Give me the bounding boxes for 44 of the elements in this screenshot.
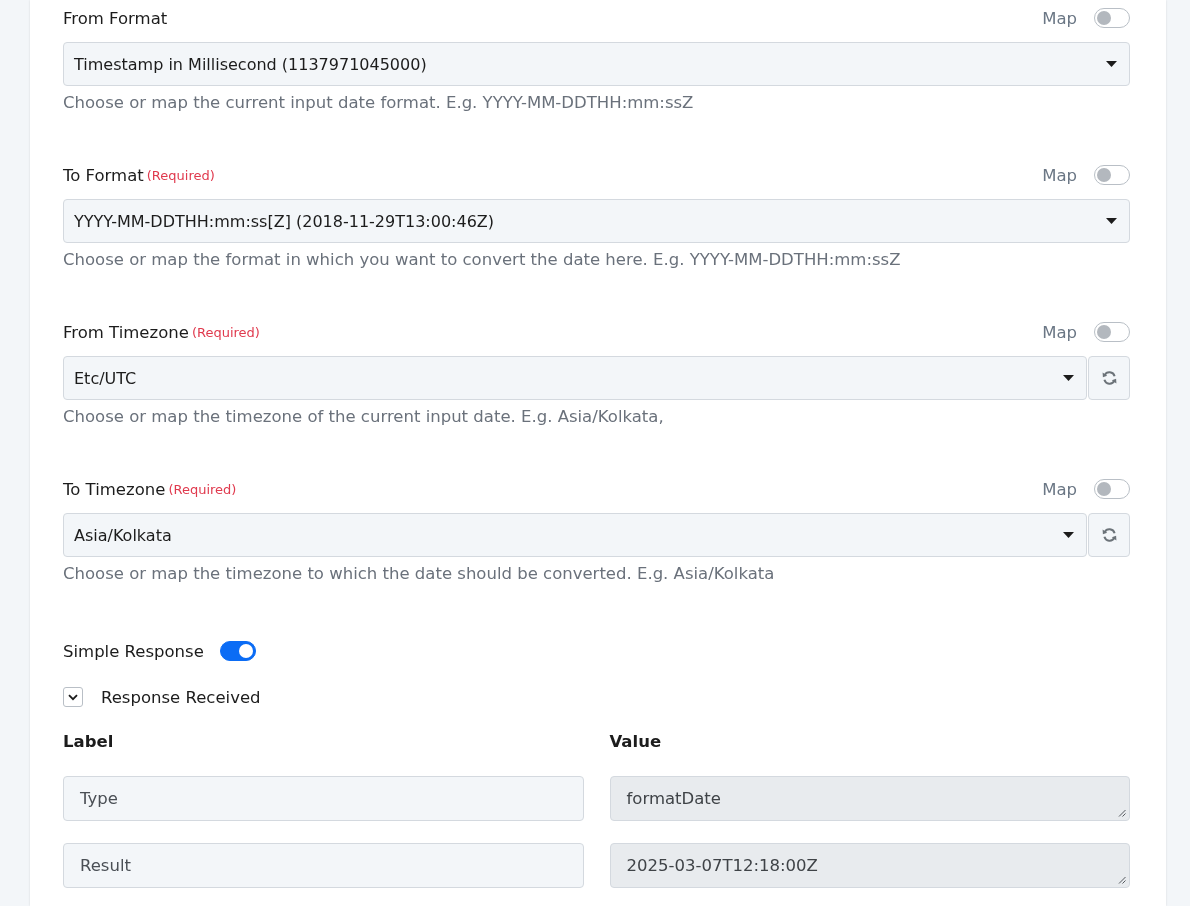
map-label: Map bbox=[1042, 165, 1077, 185]
caret-down-icon bbox=[1063, 532, 1074, 538]
field-label: From Timezone bbox=[63, 322, 189, 342]
field-label: To Timezone bbox=[63, 479, 166, 499]
label-field[interactable]: Type bbox=[63, 776, 584, 821]
required-note: (Required) bbox=[146, 167, 215, 183]
map-toggle[interactable] bbox=[1094, 479, 1130, 499]
collapse-button[interactable] bbox=[63, 687, 83, 707]
map-label: Map bbox=[1042, 8, 1077, 28]
column-header: Value bbox=[609, 731, 663, 753]
refresh-icon bbox=[1101, 371, 1117, 385]
chevron-down-icon bbox=[68, 693, 78, 701]
hint-text: Choose or map the timezone of the current input date. E.g. Asia/Kolkata, bbox=[63, 406, 665, 428]
field-label: From Format bbox=[63, 8, 168, 28]
required-note: (Required) bbox=[168, 481, 237, 497]
refresh-button[interactable] bbox=[1088, 356, 1130, 400]
hint-text: Choose or map the format in which you want to convert the date here. E.g. YYYY-MM-DDTHH:mm:ssZ bbox=[63, 249, 902, 271]
resize-grip-icon bbox=[1118, 876, 1126, 884]
refresh-button[interactable] bbox=[1088, 513, 1130, 557]
refresh-icon bbox=[1101, 528, 1117, 542]
map-toggle[interactable] bbox=[1094, 322, 1130, 342]
caret-down-icon bbox=[1106, 218, 1117, 224]
select-field[interactable]: Etc/UTC bbox=[63, 356, 1087, 400]
label-field[interactable]: Result bbox=[63, 843, 584, 888]
map-toggle[interactable] bbox=[1094, 8, 1130, 28]
select-field[interactable]: YYYY-MM-DDTHH:mm:ss[Z] (2018-11-29T13:00:46Z) bbox=[63, 199, 1130, 243]
resize-grip-icon bbox=[1118, 809, 1126, 817]
hint-text: Choose or map the current input date format. E.g. YYYY-MM-DDTHH:mm:ssZ bbox=[63, 92, 695, 114]
simple-response-label: Simple Response bbox=[63, 641, 204, 661]
field-label: To Format bbox=[63, 165, 144, 185]
value-field[interactable]: formatDate bbox=[609, 776, 1130, 821]
hint-text: Choose or map the timezone to which the date should be converted. E.g. Asia/Kolkata bbox=[63, 563, 776, 585]
column-header: Label bbox=[63, 731, 115, 753]
value-field[interactable]: 2025-03-07T12:18:00Z bbox=[609, 843, 1130, 888]
map-label: Map bbox=[1042, 322, 1077, 342]
caret-down-icon bbox=[1106, 61, 1117, 67]
select-field[interactable]: Asia/Kolkata bbox=[63, 513, 1087, 557]
select-field[interactable]: Timestamp in Millisecond (1137971045000) bbox=[63, 42, 1130, 86]
simple-response-toggle[interactable] bbox=[219, 641, 256, 661]
map-toggle[interactable] bbox=[1094, 165, 1130, 185]
section-title: Response Received bbox=[101, 687, 261, 707]
map-label: Map bbox=[1042, 479, 1077, 499]
caret-down-icon bbox=[1063, 375, 1074, 381]
required-note: (Required) bbox=[191, 324, 260, 340]
